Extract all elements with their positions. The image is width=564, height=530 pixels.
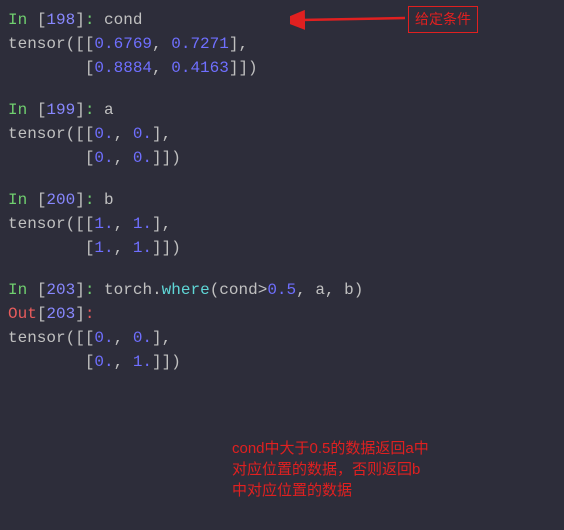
input-expression: cond: [104, 11, 142, 29]
cell-203: In [203]: torch.where(cond>0.5, a, b) Ou…: [8, 278, 556, 374]
out-prompt: Out: [8, 305, 37, 323]
input-expression: a: [104, 101, 114, 119]
cell-index: 200: [46, 191, 75, 209]
method-name: where: [162, 281, 210, 299]
output-line: [0.8884, 0.4163]]): [8, 56, 556, 80]
cell-200: In [200]: b tensor([[1., 1.], [1., 1.]]): [8, 188, 556, 260]
annotation-line-2: 对应位置的数据，否则返回b: [232, 459, 429, 480]
input-line: In [203]: torch.where(cond>0.5, a, b): [8, 278, 556, 302]
annotation-bottom: cond中大于0.5的数据返回a中 对应位置的数据，否则返回b 中对应位置的数据: [232, 438, 429, 501]
annotation-top: 给定条件: [408, 6, 478, 33]
output-line: [0., 0.]]): [8, 146, 556, 170]
output-line: tensor([[0., 0.],: [8, 326, 556, 350]
cell-index: 199: [46, 101, 75, 119]
annotation-line-3: 中对应位置的数据: [232, 480, 429, 501]
cell-index: 203: [46, 281, 75, 299]
output-line: [1., 1.]]): [8, 236, 556, 260]
cell-199: In [199]: a tensor([[0., 0.], [0., 0.]]): [8, 98, 556, 170]
output-line: tensor([[0., 0.],: [8, 122, 556, 146]
output-line: tensor([[0.6769, 0.7271],: [8, 32, 556, 56]
in-prompt: In: [8, 101, 37, 119]
output-line: [0., 1.]]): [8, 350, 556, 374]
input-line: In [199]: a: [8, 98, 556, 122]
input-expression: b: [104, 191, 114, 209]
input-line: In [200]: b: [8, 188, 556, 212]
out-prompt-line: Out[203]:: [8, 302, 556, 326]
annotation-line-1: cond中大于0.5的数据返回a中: [232, 438, 429, 459]
annotation-top-text: 给定条件: [415, 11, 471, 27]
cell-index: 198: [46, 11, 75, 29]
in-prompt: In: [8, 11, 37, 29]
in-prompt: In: [8, 191, 37, 209]
in-prompt: In: [8, 281, 37, 299]
output-line: tensor([[1., 1.],: [8, 212, 556, 236]
